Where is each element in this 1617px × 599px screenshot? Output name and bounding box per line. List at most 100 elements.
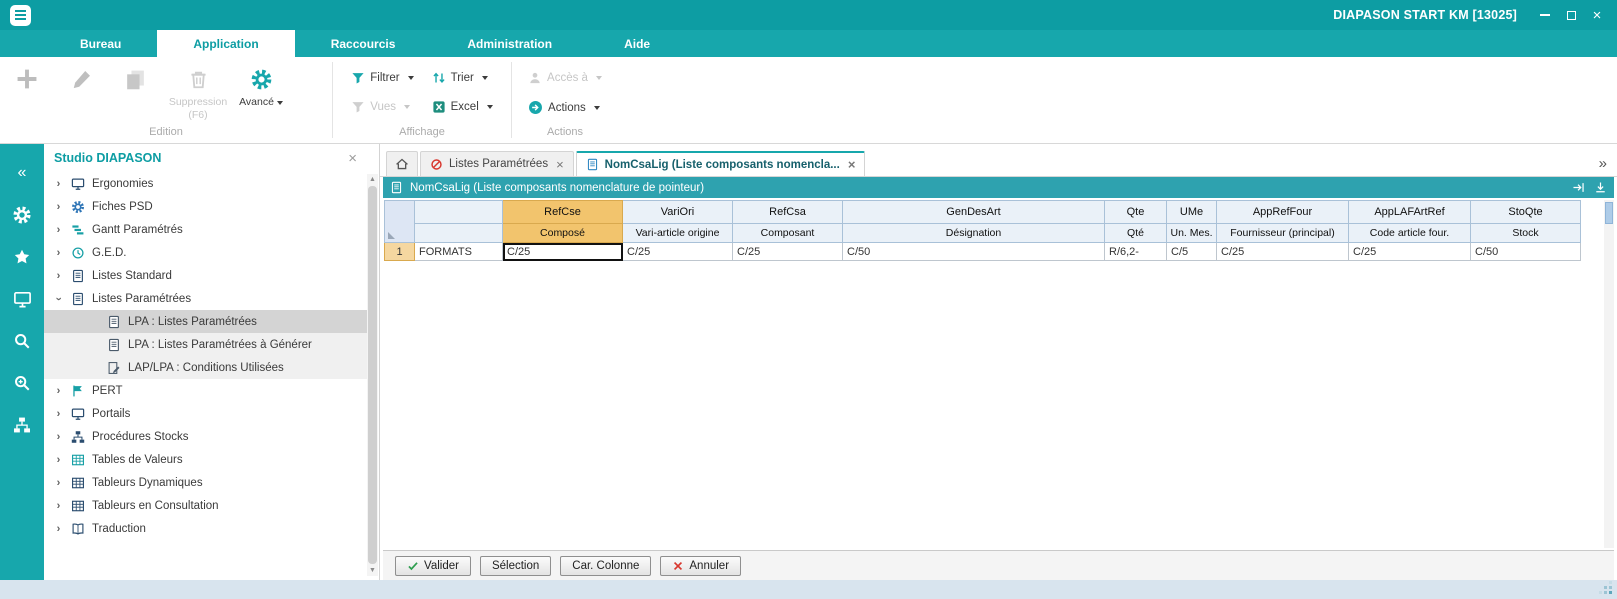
column-subheader-refcse[interactable]: Composé (502, 223, 623, 243)
tab-close-icon[interactable]: × (556, 157, 564, 172)
tree-item-lpa-listes-parametrees-a-generer[interactable]: LPA : Listes Paramétrées à Générer (44, 333, 367, 356)
column-header-ume[interactable]: UMe (1166, 200, 1217, 224)
tree-item-ergonomies[interactable]: › Ergonomies (44, 172, 367, 195)
column-subheader-stoqte[interactable]: Stock (1470, 223, 1581, 243)
selection-button[interactable]: Sélection (479, 555, 552, 576)
actions-button[interactable]: Actions (524, 99, 606, 116)
grid-cell[interactable]: C/25 (732, 242, 843, 261)
add-button[interactable] (0, 57, 54, 93)
favorites-icon[interactable] (0, 236, 44, 278)
expand-icon[interactable]: › (54, 224, 63, 236)
column-header-blank[interactable] (414, 200, 503, 224)
advanced-button[interactable]: Avancé (234, 57, 288, 109)
column-subheader-gendesart[interactable]: Désignation (842, 223, 1105, 243)
search-advanced-icon[interactable] (0, 362, 44, 404)
filter-button[interactable]: Filtrer (347, 70, 417, 86)
grid-cell[interactable]: C/25 (622, 242, 733, 261)
grid-cell[interactable]: C/25 (1348, 242, 1471, 261)
expand-icon[interactable]: › (54, 523, 63, 535)
tree-item-gantt-parametres[interactable]: › Gantt Paramétrés (44, 218, 367, 241)
tree-item-tables-de-valeurs[interactable]: › Tables de Valeurs (44, 448, 367, 471)
go-to-last-icon[interactable] (1572, 181, 1585, 194)
grid-scrollbar[interactable] (1604, 200, 1614, 548)
access-button[interactable]: Accès à (524, 70, 606, 86)
expand-icon[interactable]: › (54, 201, 63, 213)
tree-item-listes-parametrees[interactable]: › Listes Paramétrées (44, 287, 367, 310)
close-icon[interactable]: × (1585, 4, 1609, 26)
column-subheader-refcsa[interactable]: Composant (732, 223, 843, 243)
column-header-refcsa[interactable]: RefCsa (732, 200, 843, 224)
scroll-up-icon[interactable]: ▲ (369, 174, 376, 185)
expand-icon[interactable]: › (54, 454, 63, 466)
tree-item-fiches-psd[interactable]: › Fiches PSD (44, 195, 367, 218)
expand-icon[interactable]: › (54, 477, 63, 489)
expand-icon[interactable]: › (54, 385, 63, 397)
tab-nomcsalig-liste-composants-nomencla[interactable]: NomCsaLig (Liste composants nomencla... × (575, 151, 866, 176)
grid-cell-editing[interactable]: C/25 (502, 242, 623, 261)
tree-item-g-e-d[interactable]: › G.E.D. (44, 241, 367, 264)
menu-item-aide[interactable]: Aide (588, 30, 686, 57)
maximize-icon[interactable] (1559, 4, 1583, 26)
tree-item-portails[interactable]: › Portails (44, 402, 367, 425)
select-all-corner-cell[interactable] (384, 200, 415, 243)
scroll-thumb[interactable] (368, 186, 377, 564)
menu-item-bureau[interactable]: Bureau (44, 30, 157, 57)
settings-icon[interactable] (0, 194, 44, 236)
tree-item-traduction[interactable]: › Traduction (44, 517, 367, 540)
column-subheader-blank[interactable] (414, 223, 503, 243)
valider-button[interactable]: Valider (395, 555, 471, 576)
column-header-refcse[interactable]: RefCse (502, 200, 623, 224)
collapse-icon[interactable]: › (53, 294, 65, 303)
tab-overflow-icon[interactable]: » (1599, 155, 1607, 172)
scroll-down-icon[interactable]: ▼ (369, 565, 376, 576)
column-subheader-variori[interactable]: Vari-article origine (622, 223, 733, 243)
column-header-applafartref[interactable]: AppLAFArtRef (1348, 200, 1471, 224)
tab-close-icon[interactable]: × (848, 157, 856, 172)
expand-icon[interactable]: › (54, 178, 63, 190)
hierarchy-icon[interactable] (0, 404, 44, 446)
column-header-variori[interactable]: VariOri (622, 200, 733, 224)
grid-cell[interactable]: C/50 (842, 242, 1105, 261)
copy-button[interactable] (108, 57, 162, 93)
tree-item-lap-lpa-conditions-utilisees[interactable]: LAP/LPA : Conditions Utilisées (44, 356, 367, 379)
collapse-sidebar-icon[interactable]: « (0, 152, 44, 194)
expand-icon[interactable]: › (54, 408, 63, 420)
tree-item-lpa-listes-parametrees[interactable]: LPA : Listes Paramétrées (44, 310, 367, 333)
resize-grip-icon[interactable] (1609, 591, 1612, 594)
tree-item-tableurs-dynamiques[interactable]: › Tableurs Dynamiques (44, 471, 367, 494)
delete-button[interactable]: Suppression (F6) (162, 57, 234, 121)
grid-cell[interactable]: C/25 (1216, 242, 1349, 261)
tree-scrollbar[interactable]: ▲ ▼ (367, 174, 378, 576)
column-subheader-qte[interactable]: Qté (1104, 223, 1167, 243)
expand-icon[interactable]: › (54, 270, 63, 282)
row-number-cell[interactable]: 1 (384, 242, 415, 261)
sort-button[interactable]: Trier (428, 70, 497, 86)
menu-item-administration[interactable]: Administration (431, 30, 588, 57)
car-colonne-button[interactable]: Car. Colonne (560, 555, 652, 576)
expand-icon[interactable]: › (54, 247, 63, 259)
excel-button[interactable]: Excel (428, 99, 497, 115)
grid-cell[interactable]: C/50 (1470, 242, 1581, 261)
tab-home[interactable] (386, 151, 418, 176)
column-header-stoqte[interactable]: StoQte (1470, 200, 1581, 224)
column-subheader-applafartref[interactable]: Code article four. (1348, 223, 1471, 243)
tree-item-pert[interactable]: › PERT (44, 379, 367, 402)
tree-close-icon[interactable]: × (348, 150, 357, 167)
menu-item-application[interactable]: Application (157, 30, 295, 57)
expand-icon[interactable]: › (54, 500, 63, 512)
annuler-button[interactable]: Annuler (660, 555, 742, 576)
download-icon[interactable] (1594, 181, 1607, 194)
column-subheader-appreffour[interactable]: Fournisseur (principal) (1216, 223, 1349, 243)
minimize-icon[interactable] (1533, 4, 1557, 26)
expand-icon[interactable]: › (54, 431, 63, 443)
grid-cell[interactable]: C/5 (1166, 242, 1217, 261)
tree-item-listes-standard[interactable]: › Listes Standard (44, 264, 367, 287)
views-button[interactable]: Vues (347, 99, 417, 115)
menu-item-raccourcis[interactable]: Raccourcis (295, 30, 432, 57)
grid-cell[interactable]: FORMATS (414, 242, 503, 261)
grid-cell[interactable]: R/6,2- (1104, 242, 1167, 261)
tree-item-tableurs-en-consultation[interactable]: › Tableurs en Consultation (44, 494, 367, 517)
column-header-appreffour[interactable]: AppRefFour (1216, 200, 1349, 224)
tree-item-procedures-stocks[interactable]: › Procédures Stocks (44, 425, 367, 448)
search-icon[interactable] (0, 320, 44, 362)
